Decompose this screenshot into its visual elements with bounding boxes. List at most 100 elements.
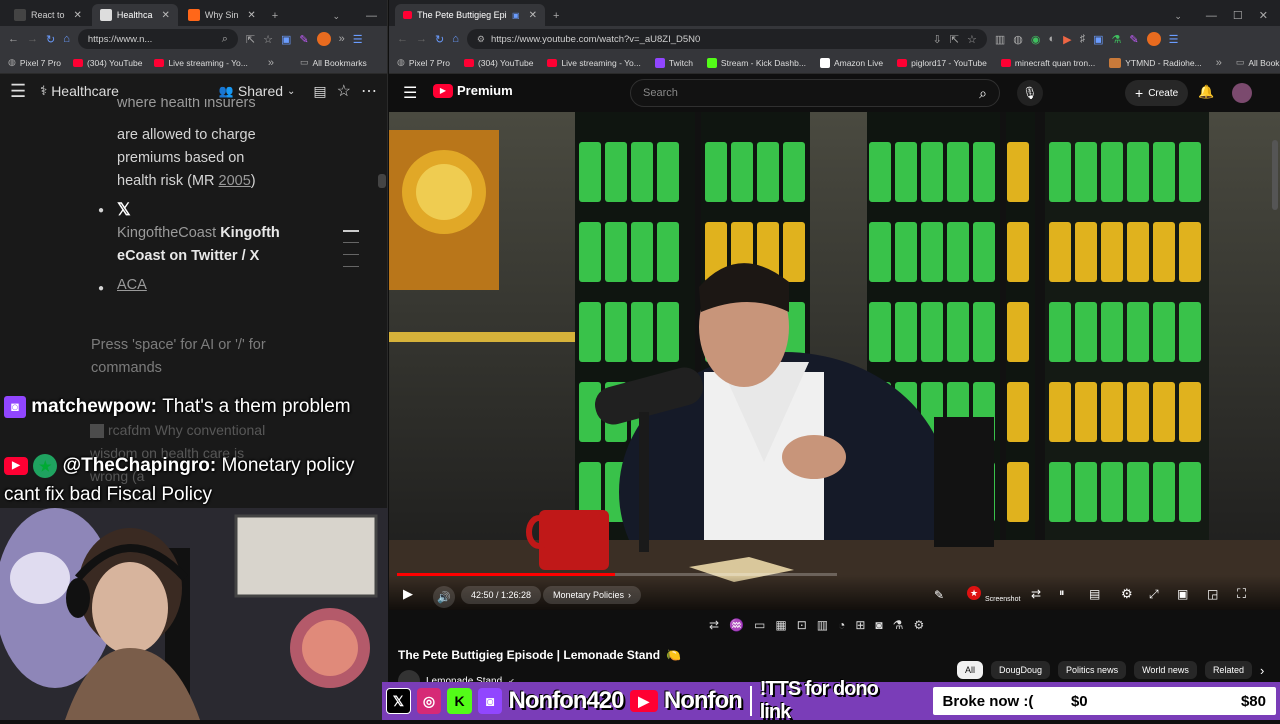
install-icon[interactable]: ⇩: [933, 33, 942, 46]
forward-icon[interactable]: →: [416, 33, 427, 45]
bell-icon[interactable]: 🔔: [1198, 84, 1214, 100]
video-player[interactable]: ▶ 🔊 42:50 / 1:26:28 Monetary Policies › ✎…: [389, 112, 1280, 610]
url-field[interactable]: https://www.n... ⌕: [77, 29, 238, 49]
pen-extension-icon[interactable]: ✎: [299, 33, 308, 46]
more-options-icon[interactable]: ⋯: [361, 81, 377, 101]
minimize-icon[interactable]: —: [1206, 10, 1217, 22]
subtitles-icon[interactable]: ▤: [1089, 587, 1100, 601]
toc-marker[interactable]: [343, 242, 359, 243]
autoplay-icon[interactable]: ⏸: [1059, 587, 1065, 600]
site-info-icon[interactable]: ⚙: [477, 34, 485, 45]
loop-icon[interactable]: ⇄: [709, 618, 719, 632]
settings-icon[interactable]: ⚙: [913, 618, 924, 632]
tab-why[interactable]: Why Sin ✕: [180, 4, 264, 26]
bookmark-live[interactable]: Live streaming - Yo...: [154, 58, 248, 68]
bookmark-item[interactable]: Live streaming - Yo...: [547, 58, 641, 68]
hamburger-icon[interactable]: ☰: [403, 83, 417, 103]
cast-icon[interactable]: ◲: [1207, 587, 1218, 601]
crop-icon[interactable]: ⊡: [797, 618, 807, 632]
bookmark-item[interactable]: Stream - Kick Dashb...: [706, 57, 806, 68]
share-button[interactable]: 👥 Shared ⌄: [219, 83, 296, 99]
new-tab-icon[interactable]: +: [272, 10, 278, 22]
more-bookmarks-icon[interactable]: »: [268, 57, 274, 69]
tab-react[interactable]: React to ✕: [6, 4, 90, 26]
minimize-icon[interactable]: —: [366, 10, 377, 22]
extension-icon[interactable]: ▥: [995, 33, 1005, 46]
expand-icon[interactable]: ⤢: [1149, 587, 1159, 602]
bookmark-item[interactable]: YTMND - Radiohe...: [1109, 57, 1202, 68]
screen-icon[interactable]: ▭: [754, 618, 765, 632]
home-icon[interactable]: ⌂: [63, 33, 70, 45]
toc-marker[interactable]: [343, 230, 359, 232]
favorite-star-icon[interactable]: ☆: [337, 81, 351, 101]
pen-extension-icon[interactable]: ✎: [1129, 33, 1138, 46]
tab-youtube-video[interactable]: The Pete Buttigieg Episode ▣ ✕: [395, 4, 545, 26]
youtube-logo[interactable]: ▶ Premium: [433, 83, 513, 98]
scrollbar-thumb[interactable]: [1272, 140, 1278, 210]
screenshot-label[interactable]: Screenshot: [985, 596, 1020, 603]
search-input[interactable]: Search ⌕: [630, 79, 1000, 107]
chip[interactable]: Related: [1204, 661, 1252, 679]
all-bookmarks[interactable]: ▭All Bookmarks: [300, 57, 367, 68]
home-icon[interactable]: ⌂: [452, 33, 459, 45]
chevron-right-icon[interactable]: ›: [1260, 663, 1264, 678]
bookmark-item[interactable]: (304) YouTube: [463, 58, 533, 68]
menu-icon[interactable]: ☰: [1169, 33, 1179, 46]
bookmark-item[interactable]: minecraft quan tron...: [1000, 58, 1095, 68]
extension-icon[interactable]: ▣: [1093, 33, 1103, 46]
link-title-cont[interactable]: eCoast on Twitter / X: [117, 245, 259, 268]
loop-icon[interactable]: ⇄: [1031, 587, 1041, 601]
extension-icon[interactable]: ⚗: [1112, 33, 1122, 46]
bookmark-item[interactable]: Amazon Live: [819, 57, 883, 68]
share-page-icon[interactable]: ⇱: [246, 33, 255, 46]
hamburger-icon[interactable]: ☰: [10, 81, 26, 102]
calendar-icon[interactable]: ▦: [775, 618, 786, 632]
chip[interactable]: Politics news: [1058, 661, 1127, 679]
new-tab-icon[interactable]: +: [553, 10, 559, 22]
chip[interactable]: World news: [1134, 661, 1197, 679]
close-window-icon[interactable]: ✕: [1259, 9, 1268, 22]
share-page-icon[interactable]: ⇱: [950, 33, 959, 46]
menu-icon[interactable]: ☰: [353, 33, 363, 46]
avatar[interactable]: [1232, 83, 1252, 103]
more-extensions-icon[interactable]: »: [339, 33, 345, 45]
chevron-down-icon[interactable]: ⌄: [1174, 11, 1182, 22]
grid-icon[interactable]: ▥: [817, 618, 828, 632]
speed-icon[interactable]: ◔: [838, 618, 845, 632]
url-field[interactable]: ⚙ https://www.youtube.com/watch?v=_aU8ZI…: [466, 29, 987, 49]
create-button[interactable]: + Create: [1125, 80, 1189, 106]
scrollbar-thumb[interactable]: [378, 174, 386, 188]
bookmark-item[interactable]: piglord17 - YouTube: [897, 58, 987, 68]
extension-icon[interactable]: ◍: [1013, 33, 1023, 46]
reload-icon[interactable]: ↻: [46, 33, 55, 46]
profile-avatar[interactable]: [316, 32, 331, 46]
close-icon[interactable]: ✕: [161, 10, 169, 21]
aca-link[interactable]: ACA: [117, 274, 147, 297]
volume-icon[interactable]: 🔊: [433, 586, 455, 608]
comment-icon[interactable]: ▤: [313, 83, 326, 100]
progress-bar[interactable]: [397, 573, 837, 576]
back-icon[interactable]: ←: [8, 33, 19, 45]
extension-icon[interactable]: ▣: [281, 33, 291, 46]
maximize-icon[interactable]: ☐: [1233, 9, 1243, 22]
toc-marker[interactable]: [343, 266, 359, 267]
reload-icon[interactable]: ↻: [435, 33, 444, 46]
close-icon[interactable]: ✕: [74, 10, 82, 21]
more-bookmarks-icon[interactable]: »: [1216, 57, 1222, 69]
profile-avatar[interactable]: [1146, 32, 1161, 46]
screenshot-star-icon[interactable]: ★: [967, 586, 981, 600]
extension-icon[interactable]: ◐: [1049, 33, 1056, 45]
microphone-icon[interactable]: 🎙: [1017, 80, 1043, 106]
fullscreen-icon[interactable]: ⛶: [1237, 586, 1246, 602]
search-icon[interactable]: ⌕: [979, 85, 987, 102]
settings-icon[interactable]: ⚙: [1121, 586, 1133, 602]
close-icon[interactable]: ✕: [247, 10, 255, 21]
chapter-button[interactable]: Monetary Policies ›: [543, 586, 642, 604]
citation-link[interactable]: 2005: [219, 173, 251, 189]
zoom-icon[interactable]: ⌕: [222, 33, 228, 46]
extension-icon[interactable]: ♯: [1080, 33, 1086, 45]
chip[interactable]: DougDoug: [991, 661, 1051, 679]
back-icon[interactable]: ←: [397, 33, 408, 45]
play-icon[interactable]: ▶: [403, 586, 413, 602]
flask-icon[interactable]: ⚗: [893, 618, 904, 632]
